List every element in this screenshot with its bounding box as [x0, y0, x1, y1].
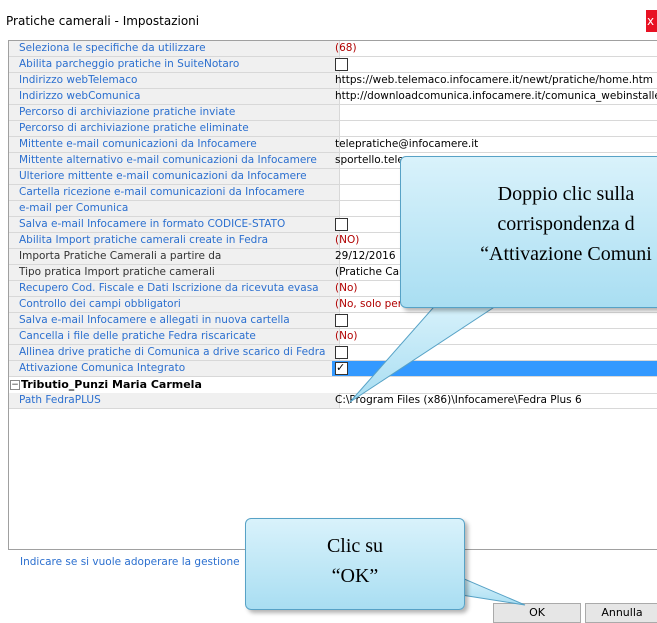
- property-name: Tipo pratica Import pratiche camerali: [9, 265, 340, 281]
- property-name: Indirizzo webComunica: [9, 89, 340, 105]
- property-row[interactable]: Attivazione Comunica Integrato: [9, 361, 657, 377]
- property-value[interactable]: [332, 57, 657, 73]
- property-name: Path FedraPLUS: [9, 393, 340, 409]
- property-row[interactable]: Percorso di archiviazione pratiche elimi…: [9, 121, 657, 137]
- property-name: Abilita parcheggio pratiche in SuiteNota…: [9, 57, 340, 73]
- category-label: Tributio_Punzi Maria Carmela: [21, 378, 202, 391]
- property-name: Percorso di archiviazione pratiche invia…: [9, 105, 340, 121]
- property-name: Allinea drive pratiche di Comunica a dri…: [9, 345, 340, 361]
- property-value[interactable]: [332, 313, 657, 329]
- checkbox[interactable]: [335, 218, 348, 231]
- checkbox[interactable]: [335, 314, 348, 327]
- property-row[interactable]: Percorso di archiviazione pratiche invia…: [9, 105, 657, 121]
- callout-line: Doppio clic sulla: [497, 183, 635, 205]
- property-row[interactable]: Abilita parcheggio pratiche in SuiteNota…: [9, 57, 657, 73]
- callout-line: “Attivazione Comuni: [480, 243, 652, 265]
- property-row[interactable]: Indirizzo webTelemaco https://web.telemac…: [9, 73, 657, 89]
- property-description: Indicare se si vuole adoperare la gestio…: [20, 556, 240, 568]
- window-title: Pratiche camerali - Impostazioni: [6, 14, 200, 28]
- cancel-button[interactable]: Annulla: [585, 603, 657, 623]
- property-row[interactable]: Cancella i file delle pratiche Fedra ris…: [9, 329, 657, 345]
- property-value[interactable]: [332, 361, 657, 377]
- property-name: Recupero Cod. Fiscale e Dati Iscrizione …: [9, 281, 340, 297]
- property-name: Ulteriore mittente e-mail comunicazioni …: [9, 169, 340, 185]
- callout-line: “OK”: [331, 565, 379, 587]
- property-name: Attivazione Comunica Integrato: [9, 361, 340, 377]
- property-value[interactable]: http://downloadcomunica.infocamere.it/co…: [332, 89, 657, 105]
- property-name: Indirizzo webTelemaco: [9, 73, 340, 89]
- property-row[interactable]: Seleziona le specifiche da utilizzare (68…: [9, 41, 657, 57]
- property-value[interactable]: https://web.telemaco.infocamere.it/newt/…: [332, 73, 657, 89]
- callout-click-ok: Clic su “OK”: [245, 518, 465, 610]
- property-name: Salva e-mail Infocamere in formato CODIC…: [9, 217, 340, 233]
- category-row[interactable]: − Tributio_Punzi Maria Carmela: [9, 377, 657, 394]
- property-name: Percorso di archiviazione pratiche elimi…: [9, 121, 340, 137]
- property-name: Mittente alternativo e-mail comunicazion…: [9, 153, 340, 169]
- property-row[interactable]: Salva e-mail Infocamere e allegati in nu…: [9, 313, 657, 329]
- property-value[interactable]: [332, 345, 657, 361]
- collapse-toggle-icon[interactable]: −: [10, 380, 20, 390]
- property-value[interactable]: C:\Program Files (x86)\Infocamere\Fedra …: [332, 393, 657, 409]
- checkbox[interactable]: [335, 58, 348, 71]
- property-value[interactable]: telepratiche@infocamere.it: [332, 137, 657, 153]
- close-button[interactable]: x: [646, 10, 657, 32]
- callout-line: corrispondenza d: [497, 213, 635, 235]
- property-name: Salva e-mail Infocamere e allegati in nu…: [9, 313, 340, 329]
- property-row[interactable]: Allinea drive pratiche di Comunica a dri…: [9, 345, 657, 361]
- title-bar: Pratiche camerali - Impostazioni x: [0, 0, 657, 40]
- property-name: Cartella ricezione e-mail comunicazioni …: [9, 185, 340, 201]
- property-name: Seleziona le specifiche da utilizzare: [9, 41, 340, 57]
- callout-double-click: Doppio clic sulla corrispondenza d “Atti…: [400, 156, 657, 308]
- property-name: Importa Pratiche Camerali a partire da: [9, 249, 340, 265]
- property-row[interactable]: Indirizzo webComunica http://downloadcomu…: [9, 89, 657, 105]
- checked-checkbox[interactable]: [335, 361, 348, 375]
- checkbox[interactable]: [335, 346, 348, 359]
- property-row[interactable]: Mittente e-mail comunicazioni da Infocam…: [9, 137, 657, 153]
- property-name: e-mail per Comunica: [9, 201, 340, 217]
- property-value[interactable]: [332, 105, 657, 121]
- property-name: Mittente e-mail comunicazioni da Infocam…: [9, 137, 340, 153]
- property-name: Controllo dei campi obbligatori: [9, 297, 340, 313]
- property-name: Abilita Import pratiche camerali create …: [9, 233, 340, 249]
- property-value[interactable]: [332, 121, 657, 137]
- property-row[interactable]: Path FedraPLUS C:\Program Files (x86)\Inf…: [9, 393, 657, 409]
- property-value[interactable]: (68): [332, 41, 657, 57]
- callout-line: Clic su: [326, 535, 384, 557]
- property-value[interactable]: (No): [332, 329, 657, 345]
- property-name: Cancella i file delle pratiche Fedra ris…: [9, 329, 340, 345]
- ok-button[interactable]: OK: [493, 603, 581, 623]
